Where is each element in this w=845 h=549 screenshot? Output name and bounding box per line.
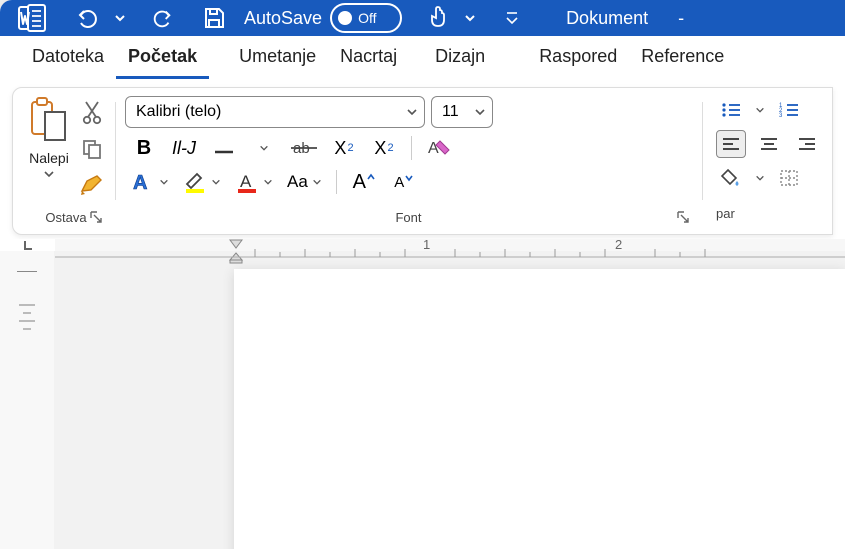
ruler-tick: [23, 328, 31, 330]
font-group-label: Font: [395, 210, 421, 225]
svg-text:A: A: [133, 172, 147, 194]
subscript-button[interactable]: X2: [331, 134, 357, 162]
separator: [336, 170, 337, 194]
horizontal-ruler[interactable]: 1 2: [55, 239, 845, 251]
touch-mode-button[interactable]: [420, 0, 456, 36]
undo-dropdown[interactable]: [112, 0, 128, 36]
page-canvas[interactable]: [234, 269, 845, 549]
paragraph-group: 123: [702, 96, 822, 228]
app-window: AutoSave Off Dokument - Datoteka Početak…: [0, 0, 845, 549]
align-left-button[interactable]: [716, 130, 746, 158]
font-launcher[interactable]: [674, 208, 692, 226]
word-logo-icon: [18, 4, 46, 32]
autosave-toggle[interactable]: Off: [330, 3, 402, 33]
clipboard-launcher[interactable]: [87, 208, 105, 226]
clear-formatting-button[interactable]: A: [426, 134, 452, 162]
chevron-down-icon: [474, 106, 486, 118]
ruler-area: 1 2: [0, 239, 845, 251]
format-painter-button[interactable]: [79, 172, 105, 198]
underline-button[interactable]: [211, 134, 237, 162]
font-size-select[interactable]: 11: [431, 96, 493, 128]
underline-dropdown[interactable]: [251, 134, 277, 162]
numbering-button[interactable]: 123: [774, 96, 804, 124]
clipboard-group: Nalepi: [23, 96, 115, 228]
tab-datoteka[interactable]: Datoteka: [20, 36, 116, 79]
toggle-knob-icon: [338, 11, 352, 25]
font-name-value: Kalibri (telo): [136, 103, 221, 121]
bold-button[interactable]: B: [131, 134, 157, 162]
tab-stop-type[interactable]: [0, 239, 55, 251]
redo-button[interactable]: [144, 0, 180, 36]
titlebar: AutoSave Off Dokument -: [0, 0, 845, 36]
copy-button[interactable]: [79, 136, 105, 162]
align-center-button[interactable]: [754, 130, 784, 158]
ruler-tick: [19, 320, 35, 322]
strikethrough-button[interactable]: ab: [291, 134, 317, 162]
grow-font-button[interactable]: A: [351, 168, 377, 196]
document-name[interactable]: Dokument: [566, 8, 648, 29]
borders-button[interactable]: [774, 164, 804, 192]
ribbon: Nalepi: [0, 79, 845, 239]
svg-text:A: A: [240, 172, 252, 191]
clipboard-group-label: Ostava: [45, 210, 86, 225]
paste-icon[interactable]: [27, 96, 71, 146]
tab-reference[interactable]: Reference: [629, 36, 736, 79]
font-color-button[interactable]: A: [235, 168, 273, 196]
text-effects-button[interactable]: A: [131, 168, 169, 196]
paste-dropdown[interactable]: [43, 168, 55, 180]
shrink-font-button[interactable]: A: [391, 168, 417, 196]
italic-button[interactable]: Il-J: [171, 134, 197, 162]
chevron-down-icon: [406, 106, 418, 118]
cut-button[interactable]: [79, 100, 105, 126]
tab-nacrtaj[interactable]: Nacrtaj: [328, 36, 409, 79]
bullets-button[interactable]: [716, 96, 746, 124]
tab-raspored[interactable]: Raspored: [527, 36, 629, 79]
ruler-tick: [17, 271, 37, 272]
save-button[interactable]: [196, 0, 232, 36]
font-group: Kalibri (telo) 11 B Il-J: [115, 96, 702, 228]
font-name-select[interactable]: Kalibri (telo): [125, 96, 425, 128]
tab-dizajn[interactable]: Dizajn: [423, 36, 497, 79]
separator: [411, 136, 412, 160]
paste-label: Nalepi: [29, 150, 69, 166]
autosave-state: Off: [358, 10, 376, 26]
paragraph-group-label: par: [716, 206, 735, 221]
change-case-button[interactable]: Aa: [287, 168, 322, 196]
align-right-button[interactable]: [792, 130, 822, 158]
ruler-tick: [23, 312, 31, 314]
ruler-tick: [19, 304, 35, 306]
font-size-value: 11: [442, 103, 459, 121]
undo-button[interactable]: [70, 0, 106, 36]
superscript-button[interactable]: X2: [371, 134, 397, 162]
touch-mode-dropdown[interactable]: [462, 0, 478, 36]
vertical-ruler[interactable]: [0, 251, 54, 549]
tab-pocetak[interactable]: Početak: [116, 36, 209, 79]
tab-umetanje[interactable]: Umetanje: [227, 36, 328, 79]
qat-customize-button[interactable]: [494, 0, 530, 36]
svg-text:3: 3: [779, 113, 783, 119]
bullets-dropdown[interactable]: [754, 96, 766, 124]
autosave-label: AutoSave: [244, 8, 322, 29]
ribbon-tabs: Datoteka Početak Umetanje Nacrtaj Dizajn…: [0, 36, 845, 79]
document-name-dash: -: [678, 8, 684, 29]
shading-button[interactable]: [716, 164, 746, 192]
svg-text:A: A: [428, 140, 439, 157]
document-area: [0, 251, 845, 549]
highlight-button[interactable]: [183, 168, 221, 196]
shading-dropdown[interactable]: [754, 164, 766, 192]
